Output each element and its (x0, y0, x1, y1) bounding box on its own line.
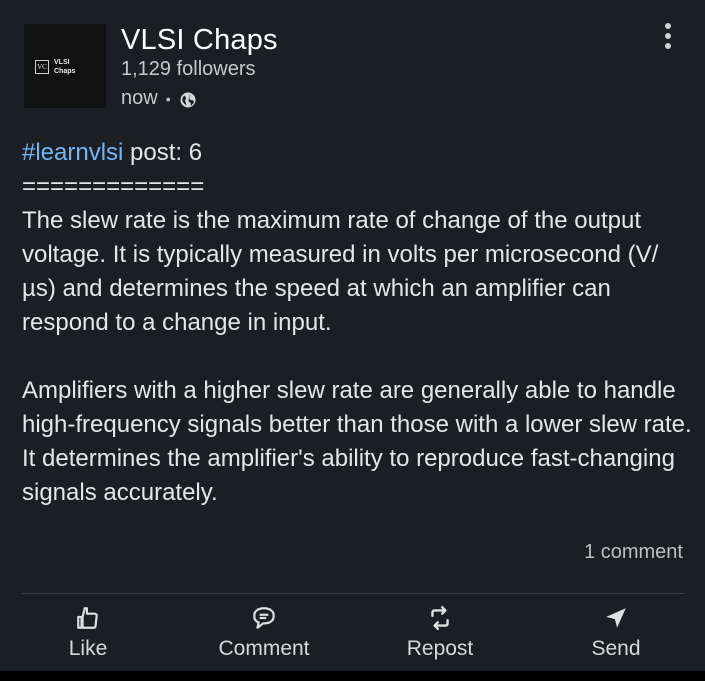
timestamp: now (121, 87, 158, 109)
author-name[interactable]: VLSI Chaps (121, 24, 278, 57)
send-icon (606, 608, 626, 628)
action-bar: Like Comment Repost Send (0, 605, 705, 665)
comment-count[interactable]: 1 comment (584, 541, 683, 564)
repost-label: Repost (406, 637, 474, 660)
globe-icon (180, 92, 196, 107)
post-time: now • (121, 87, 197, 110)
separator-dot: • (165, 90, 171, 107)
post-card: VC VLSI Chaps VLSI Chaps 1,129 followers… (0, 0, 705, 671)
send-button[interactable]: Send (556, 605, 676, 661)
send-label: Send (591, 637, 641, 660)
paragraph-1: The slew rate is the maximum rate of cha… (22, 207, 659, 336)
logo-text: VLSI Chaps (54, 59, 76, 75)
more-options-icon[interactable] (656, 20, 680, 52)
post-title: #learnvlsi post: 6 (22, 136, 692, 170)
divider (22, 593, 684, 594)
like-label: Like (68, 637, 108, 660)
separator-line: ============= (22, 173, 205, 200)
follower-count: 1,129 followers (121, 58, 256, 80)
comment-icon (253, 607, 275, 629)
hashtag-link[interactable]: #learnvlsi (22, 139, 123, 166)
repost-icon (431, 605, 449, 631)
post-title-rest: post: 6 (123, 139, 203, 166)
like-button[interactable]: Like (28, 605, 148, 661)
comment-button[interactable]: Comment (204, 605, 324, 661)
thumbs-up-icon (77, 607, 98, 629)
company-logo[interactable]: VC VLSI Chaps (24, 24, 106, 108)
repost-button[interactable]: Repost (380, 605, 500, 661)
logo-mark: VC (35, 60, 49, 74)
paragraph-2: Amplifiers with a higher slew rate are g… (22, 377, 692, 506)
post-body: #learnvlsi post: 6 ============= The sle… (22, 136, 692, 510)
comment-label: Comment (218, 637, 310, 660)
